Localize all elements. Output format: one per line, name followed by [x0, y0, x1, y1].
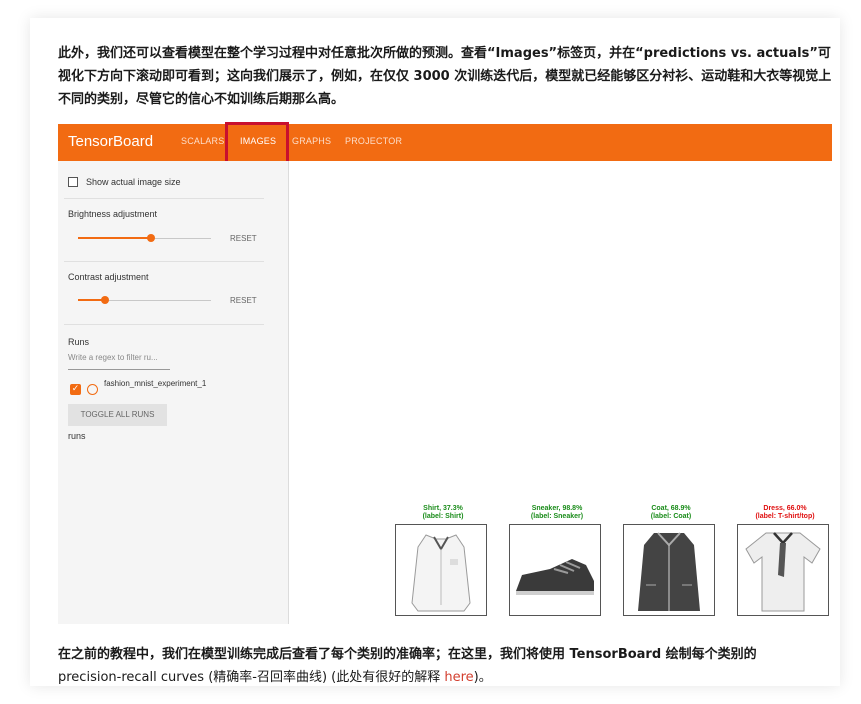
- runs-filter-input[interactable]: Write a regex to filter ru...: [68, 353, 170, 370]
- tab-graphs[interactable]: GRAPHS: [292, 136, 331, 146]
- actual-class: (label: Coat): [650, 513, 692, 520]
- followup-end: )。: [473, 670, 492, 685]
- brightness-slider-fill: [78, 237, 151, 239]
- brightness-label: Brightness adjustment: [68, 209, 158, 219]
- prediction-card: Coat, 68.9% (label: Coat): [623, 505, 719, 616]
- prediction-label: Sneaker, 98.8% (label: Sneaker): [509, 505, 605, 521]
- tab-projector[interactable]: PROJECTOR: [345, 136, 402, 146]
- divider: [64, 324, 264, 325]
- prediction-card: Shirt, 37.3% (label: Shirt): [395, 505, 491, 616]
- shirt-image: [395, 524, 487, 616]
- actual-class: (label: Shirt): [422, 513, 464, 520]
- tshirt-image: [737, 524, 829, 616]
- runs-label: Runs: [68, 337, 90, 347]
- prediction-label: Shirt, 37.3% (label: Shirt): [395, 505, 491, 521]
- images-tab-highlight: [225, 122, 289, 164]
- predicted-class: Sneaker, 98.8%: [531, 505, 583, 512]
- followup-lead: 在之前的教程中，我们在模型训练完成后查看了每个类别的准确率；在这里，我们将使用 …: [58, 647, 757, 662]
- run-color-radio[interactable]: [87, 384, 98, 395]
- tab-scalars[interactable]: SCALARS: [181, 136, 224, 146]
- prediction-label: Coat, 68.9% (label: Coat): [623, 505, 719, 521]
- contrast-slider-handle[interactable]: [101, 296, 109, 304]
- divider: [64, 261, 264, 262]
- divider: [64, 198, 264, 199]
- predicted-class: Dress, 66.0%: [763, 505, 807, 512]
- contrast-reset-button[interactable]: RESET: [230, 296, 257, 305]
- predicted-class: Shirt, 37.3%: [423, 505, 463, 512]
- tensorboard-header: TensorBoard SCALARS IMAGES GRAPHS PROJEC…: [58, 122, 832, 164]
- article-page: 此外，我们还可以查看模型在整个学习过程中对任意批次所做的预测。查看“Images…: [30, 18, 840, 686]
- intro-paragraph: 此外，我们还可以查看模型在整个学习过程中对任意批次所做的预测。查看“Images…: [58, 46, 832, 107]
- tensorboard-brand[interactable]: TensorBoard: [68, 133, 153, 150]
- run-checkbox-checked[interactable]: ✓: [70, 384, 81, 395]
- sneaker-image: [509, 524, 601, 616]
- toggle-all-runs-button[interactable]: TOGGLE ALL RUNS: [68, 404, 167, 426]
- show-actual-size-checkbox[interactable]: [68, 177, 78, 187]
- contrast-label: Contrast adjustment: [68, 272, 149, 282]
- brightness-slider-handle[interactable]: [147, 234, 155, 242]
- followup-text: precision-recall curves (精确率-召回率曲线) (此处有…: [58, 670, 445, 685]
- prediction-label: Dress, 66.0% (label: T-shirt/top): [737, 505, 833, 521]
- actual-class: (label: Sneaker): [530, 513, 584, 520]
- tensorboard-screenshot: TensorBoard SCALARS IMAGES GRAPHS PROJEC…: [58, 122, 833, 624]
- runs-footer: runs: [68, 431, 86, 441]
- run-name: fashion_mnist_experiment_1: [104, 379, 207, 388]
- predicted-class: Coat, 68.9%: [651, 505, 691, 512]
- sidebar: Show actual image size Brightness adjust…: [58, 161, 289, 624]
- show-actual-size-label: Show actual image size: [86, 177, 181, 187]
- brightness-reset-button[interactable]: RESET: [230, 234, 257, 243]
- here-link[interactable]: here: [444, 670, 473, 685]
- prediction-card: Sneaker, 98.8% (label: Sneaker): [509, 505, 605, 616]
- followup-paragraph: 在之前的教程中，我们在模型训练完成后查看了每个类别的准确率；在这里，我们将使用 …: [58, 643, 838, 689]
- prediction-card: Dress, 66.0% (label: T-shirt/top): [737, 505, 833, 616]
- coat-image: [623, 524, 715, 616]
- actual-class: (label: T-shirt/top): [755, 513, 815, 520]
